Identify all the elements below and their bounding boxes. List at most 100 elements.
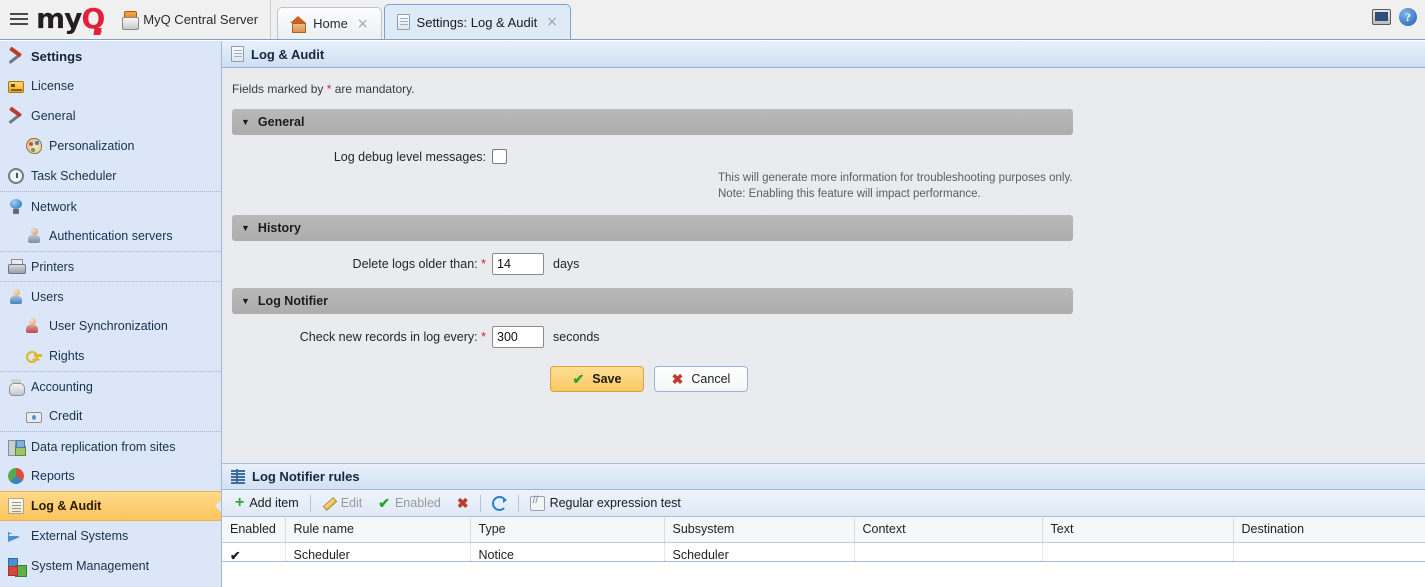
sidebar-item-label: Credit <box>49 409 82 423</box>
money-bag-icon <box>8 379 24 395</box>
sidebar-item-users[interactable]: Users <box>0 281 221 311</box>
chevron-down-icon: ▼ <box>241 118 250 127</box>
logo-text-my: my <box>36 5 81 33</box>
sidebar-item-general[interactable]: General <box>0 101 221 131</box>
sidebar-item-label: Printers <box>31 260 74 274</box>
column-header-destination[interactable]: Destination <box>1233 517 1425 542</box>
network-icon <box>8 199 24 215</box>
printer-icon <box>8 259 24 275</box>
mandatory-prefix: Fields marked by <box>232 82 323 96</box>
delete-button[interactable]: ✖ <box>449 490 477 517</box>
monitor-icon[interactable] <box>1372 9 1391 25</box>
column-header-subsystem[interactable]: Subsystem <box>664 517 854 542</box>
column-header-type[interactable]: Type <box>470 517 664 542</box>
save-button[interactable]: ✔ Save <box>550 366 644 392</box>
clock-icon <box>8 168 24 184</box>
log-audit-icon <box>8 498 24 514</box>
hamburger-menu-icon[interactable] <box>6 0 32 39</box>
sidebar-item-printers[interactable]: Printers <box>0 251 221 281</box>
enabled-label: Enabled <box>395 496 441 510</box>
table-header-row: EnabledRule nameTypeSubsystemContextText… <box>222 517 1425 542</box>
tab-home-close-icon[interactable]: × <box>355 17 371 31</box>
sidebar-item-network[interactable]: Network <box>0 191 221 221</box>
column-header-rule-name[interactable]: Rule name <box>285 517 470 542</box>
sidebar-item-label: Log & Audit <box>31 499 101 513</box>
rules-panel-title-text: Log Notifier rules <box>252 469 360 484</box>
section-header-log-notifier[interactable]: ▼ Log Notifier <box>232 288 1073 314</box>
toolbar-divider <box>310 495 311 512</box>
report-pie-icon <box>8 468 24 484</box>
sidebar-item-label: User Synchronization <box>49 319 168 333</box>
brand-area: myQ MyQ Central Server <box>0 0 271 39</box>
external-icon <box>8 528 24 544</box>
toolbar-divider <box>518 495 519 512</box>
section-general-label: General <box>258 115 305 129</box>
main-panel: Log & Audit Fields marked by * are manda… <box>222 41 1425 587</box>
toolbar-divider <box>480 495 481 512</box>
page-title-text: Log & Audit <box>251 47 324 62</box>
refresh-button[interactable] <box>484 490 515 517</box>
sidebar-item-system-management[interactable]: System Management <box>0 551 221 581</box>
sidebar-item-data-replication-from-sites[interactable]: Data replication from sites <box>0 431 221 461</box>
user-icon <box>8 289 24 305</box>
sidebar-item-label: Reports <box>31 469 75 483</box>
log-debug-checkbox[interactable] <box>492 149 507 164</box>
chevron-down-icon: ▼ <box>241 224 250 233</box>
tab-strip: Home × Settings: Log & Audit × <box>277 0 573 39</box>
document-icon <box>231 46 244 62</box>
column-header-text[interactable]: Text <box>1042 517 1233 542</box>
edit-button[interactable]: Edit <box>314 490 371 517</box>
sidebar-item-reports[interactable]: Reports <box>0 461 221 491</box>
section-header-history[interactable]: ▼ History <box>232 215 1073 241</box>
sidebar-item-user-synchronization[interactable]: User Synchronization <box>0 311 221 341</box>
cross-icon: ✖ <box>672 372 684 386</box>
column-header-enabled[interactable]: Enabled <box>222 517 285 542</box>
user-sync-icon <box>26 318 42 334</box>
check-records-label: Check new records in log every: * <box>232 330 492 344</box>
sidebar-item-label: Personalization <box>49 139 134 153</box>
tab-settings-log-audit[interactable]: Settings: Log & Audit × <box>384 4 571 39</box>
sidebar-item-settings[interactable]: Settings <box>0 41 221 71</box>
server-icon <box>122 11 137 28</box>
enabled-button[interactable]: ✔ Enabled <box>370 490 449 517</box>
mandatory-star: * <box>327 82 332 96</box>
sidebar-item-authentication-servers[interactable]: Authentication servers <box>0 221 221 251</box>
sidebar-item-label: Authentication servers <box>49 229 173 243</box>
server-name-text: MyQ Central Server <box>143 12 258 27</box>
sidebar-item-accounting[interactable]: Accounting <box>0 371 221 401</box>
sidebar-item-label: Rights <box>49 349 84 363</box>
sidebar-item-label: External Systems <box>31 529 128 543</box>
tab-home[interactable]: Home × <box>277 7 381 39</box>
check-icon: ✔ <box>573 372 585 386</box>
regex-test-button[interactable]: Regular expression test <box>522 490 689 517</box>
column-header-context[interactable]: Context <box>854 517 1042 542</box>
sidebar-item-task-scheduler[interactable]: Task Scheduler <box>0 161 221 191</box>
tab-settings-close-icon[interactable]: × <box>544 15 560 29</box>
sidebar-item-label: System Management <box>31 559 149 573</box>
section-header-general[interactable]: ▼ General <box>232 109 1073 135</box>
delete-logs-input[interactable] <box>492 253 544 275</box>
sidebar-item-rights[interactable]: Rights <box>0 341 221 371</box>
sidebar-item-log-audit[interactable]: Log & Audit <box>0 491 221 521</box>
pencil-icon <box>322 496 336 510</box>
section-history-label: History <box>258 221 301 235</box>
field-log-debug: Log debug level messages: <box>222 149 1425 164</box>
sidebar-item-external-systems[interactable]: External Systems <box>0 521 221 551</box>
sidebar-item-license[interactable]: License <box>0 71 221 101</box>
field-check-new-records: Check new records in log every: * second… <box>222 326 1425 348</box>
sidebar-item-personalization[interactable]: Personalization <box>0 131 221 161</box>
regex-icon <box>530 496 545 511</box>
check-records-required-star: * <box>481 330 486 344</box>
sidebar-item-label: Network <box>31 200 77 214</box>
credit-icon <box>26 412 42 423</box>
sidebar: SettingsLicenseGeneral Personalization Tas… <box>0 41 222 587</box>
refresh-icon <box>492 496 507 511</box>
cancel-button[interactable]: ✖ Cancel <box>654 366 748 392</box>
sidebar-item-credit[interactable]: Credit <box>0 401 221 431</box>
add-item-button[interactable]: + Add item <box>227 490 307 517</box>
help-icon[interactable]: ? <box>1399 8 1417 26</box>
delete-logs-required-star: * <box>481 257 486 271</box>
license-icon <box>8 81 24 93</box>
check-records-input[interactable] <box>492 326 544 348</box>
add-item-label: Add item <box>249 496 298 510</box>
